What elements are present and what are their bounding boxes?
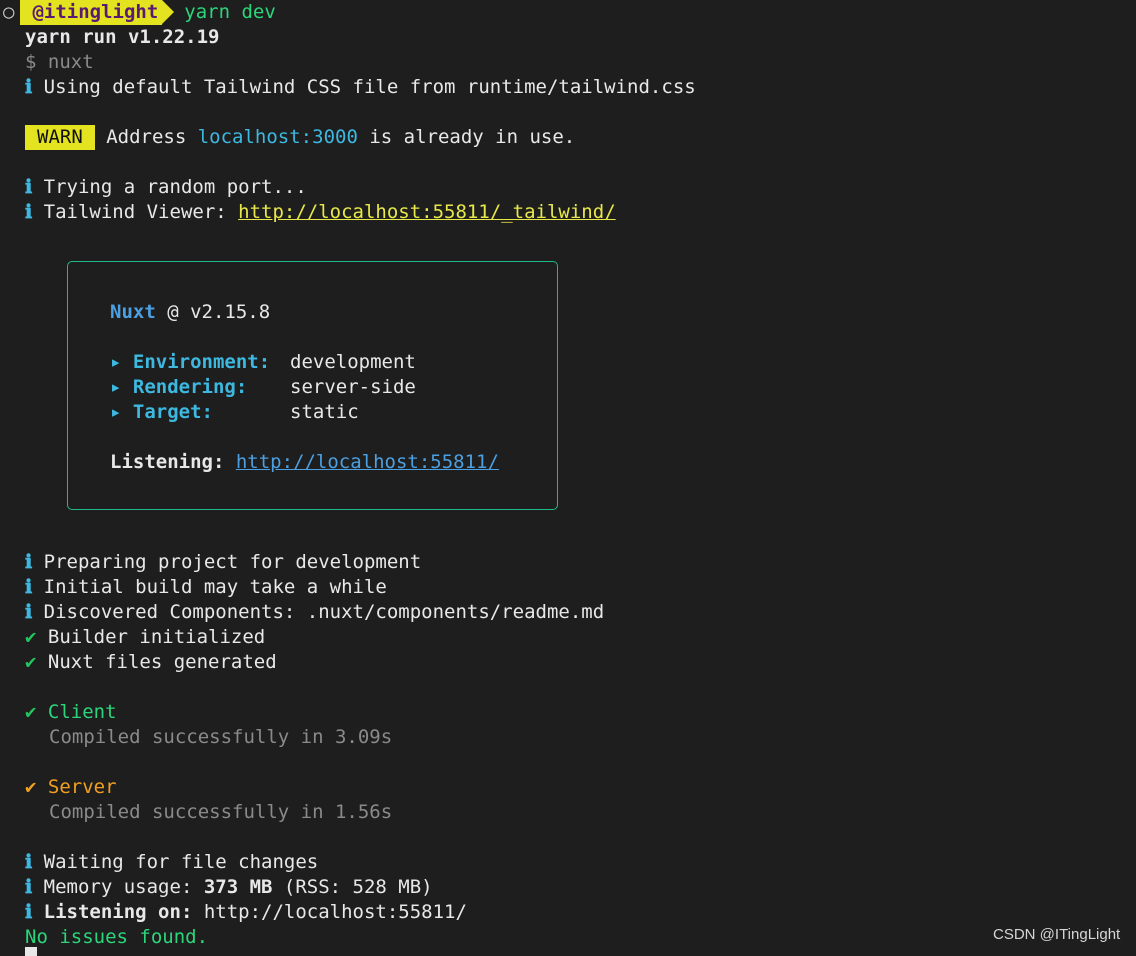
nuxt-version-line: Nuxt @ v2.15.8: [110, 300, 270, 325]
warn-badge: WARN: [25, 125, 95, 150]
info-icon: ℹ: [25, 851, 33, 873]
waiting-text: Waiting for file changes: [43, 851, 319, 873]
trying-port-text: Trying a random port...: [43, 176, 307, 198]
warn-line: WARN Address localhost:3000 is already i…: [25, 125, 575, 150]
tailwind-viewer-line: ℹ Tailwind Viewer: http://localhost:5581…: [25, 200, 616, 225]
bullet-icon: ▸: [110, 376, 122, 398]
server-label: Server: [47, 776, 117, 798]
warn-host: localhost:3000: [197, 126, 358, 148]
warn-text-post: is already in use.: [357, 126, 576, 148]
prompt-user-segment: @itinglight: [20, 0, 163, 25]
listening-label: Listening:: [110, 451, 225, 473]
prompt-circle-icon: ○: [3, 1, 15, 23]
environment-line: ▸ Environment: development: [110, 350, 416, 375]
environment-label: Environment:: [132, 351, 271, 373]
check-icon: ✔: [25, 626, 37, 648]
prompt-command: yarn dev: [184, 1, 276, 23]
bullet-icon: ▸: [110, 401, 122, 423]
nuxt-files-text: Nuxt files generated: [47, 651, 277, 673]
prompt-line: ○ @itinglight yarn dev: [0, 0, 276, 25]
preparing-text: Preparing project for development: [43, 551, 422, 573]
preparing-line: ℹ Preparing project for development: [25, 550, 421, 575]
tailwind-viewer-link[interactable]: http://localhost:55811/_tailwind/: [238, 201, 616, 223]
server-compiled-line: Compiled successfully in 1.56s: [49, 801, 393, 823]
target-value: static: [290, 401, 359, 423]
info-icon: ℹ: [25, 601, 33, 623]
target-label: Target:: [132, 401, 213, 423]
info-icon: ℹ: [25, 551, 33, 573]
initial-build-text: Initial build may take a while: [43, 576, 387, 598]
tailwind-viewer-label: Tailwind Viewer:: [43, 201, 239, 223]
client-compiled-line: Compiled successfully in 3.09s: [49, 726, 393, 748]
nuxt-files-line: ✔ Nuxt files generated: [25, 650, 277, 675]
rendering-line: ▸ Rendering: server-side: [110, 375, 416, 400]
nuxt-info-box: Nuxt @ v2.15.8 ▸ Environment: development…: [67, 261, 558, 510]
rendering-value: server-side: [290, 376, 416, 398]
check-icon: ✔: [25, 776, 37, 798]
discovered-text: Discovered Components: .nuxt/components/…: [43, 601, 605, 623]
listening-link[interactable]: http://localhost:55811/: [236, 451, 499, 473]
info-icon: ℹ: [25, 76, 33, 98]
listening-on-label: Listening on:: [43, 901, 193, 923]
tailwind-css-text: Using default Tailwind CSS file from run…: [43, 76, 696, 98]
waiting-line: ℹ Waiting for file changes: [25, 850, 318, 875]
terminal-cursor: [25, 947, 37, 956]
builder-init-text: Builder initialized: [47, 626, 266, 648]
listening-on-line: ℹ Listening on: http://localhost:55811/: [25, 900, 467, 925]
tailwind-css-line: ℹ Using default Tailwind CSS file from r…: [25, 75, 696, 100]
nuxt-version: @ v2.15.8: [155, 301, 271, 323]
builder-init-line: ✔ Builder initialized: [25, 625, 265, 650]
info-icon: ℹ: [25, 576, 33, 598]
terminal-window[interactable]: ○ @itinglight yarn dev yarn run v1.22.19 $…: [0, 0, 1136, 956]
info-icon: ℹ: [25, 201, 33, 223]
check-icon: ✔: [25, 651, 37, 673]
initial-build-line: ℹ Initial build may take a while: [25, 575, 387, 600]
memory-line: ℹ Memory usage: 373 MB (RSS: 528 MB): [25, 875, 433, 900]
prompt-arrow-icon: [162, 0, 175, 24]
memory-rss: (RSS: 528 MB): [272, 876, 433, 898]
bullet-icon: ▸: [110, 351, 122, 373]
no-issues-line: No issues found.: [25, 926, 209, 948]
nuxt-command-line: $ nuxt: [25, 51, 94, 73]
client-line: ✔ Client: [25, 700, 117, 725]
check-icon: ✔: [25, 701, 37, 723]
listening-line: Listening: http://localhost:55811/: [110, 450, 499, 475]
nuxt-name: Nuxt: [110, 301, 156, 323]
server-line: ✔ Server: [25, 775, 117, 800]
info-icon: ℹ: [25, 876, 33, 898]
rendering-label: Rendering:: [132, 376, 248, 398]
client-label: Client: [47, 701, 117, 723]
yarn-run-line: yarn run v1.22.19: [25, 26, 220, 48]
memory-label: Memory usage:: [43, 876, 204, 898]
target-line: ▸ Target: static: [110, 400, 359, 425]
info-icon: ℹ: [25, 901, 33, 923]
watermark: CSDN @ITingLight: [993, 926, 1121, 943]
listening-on-url: http://localhost:55811/: [192, 901, 467, 923]
info-icon: ℹ: [25, 176, 33, 198]
environment-value: development: [290, 351, 416, 373]
trying-port-line: ℹ Trying a random port...: [25, 175, 307, 200]
warn-text-pre: Address: [106, 126, 198, 148]
discovered-line: ℹ Discovered Components: .nuxt/component…: [25, 600, 604, 625]
memory-value: 373 MB: [203, 876, 273, 898]
